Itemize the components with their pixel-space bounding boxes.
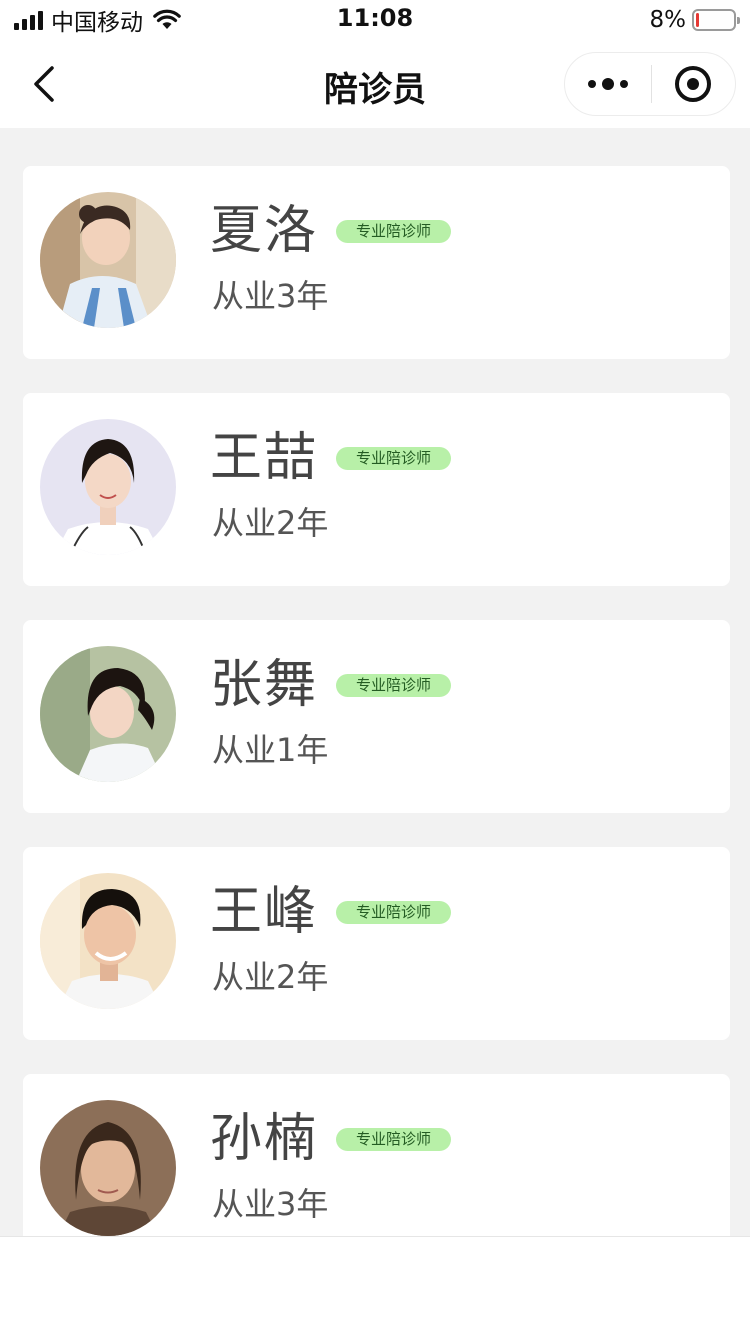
professional-badge: 专业陪诊师	[336, 220, 451, 243]
escort-card[interactable]: 孙楠 专业陪诊师 从业3年	[23, 1074, 730, 1236]
escort-experience: 从业2年	[212, 958, 329, 996]
escort-card[interactable]: 夏洛 专业陪诊师 从业3年	[23, 166, 730, 359]
escort-name: 孙楠	[210, 1109, 319, 1169]
escort-name: 王峰	[210, 882, 319, 942]
escort-card[interactable]: 王喆 专业陪诊师 从业2年	[23, 393, 730, 586]
escort-experience: 从业3年	[212, 1185, 329, 1223]
escort-experience: 从业3年	[212, 277, 329, 315]
status-right: 8%	[649, 6, 740, 34]
escort-list: 夏洛 专业陪诊师 从业3年 王喆 专业陪诊师 从业2年 张舞 专业陪诊师 从业1…	[0, 128, 750, 1236]
professional-badge: 专业陪诊师	[336, 447, 451, 470]
battery-percent: 8%	[649, 7, 687, 33]
professional-badge: 专业陪诊师	[336, 674, 451, 697]
escort-experience: 从业1年	[212, 731, 329, 769]
escort-card[interactable]: 张舞 专业陪诊师 从业1年	[23, 620, 730, 813]
mini-program-capsule	[564, 52, 736, 116]
escort-name: 王喆	[210, 428, 319, 488]
nav-bar: 陪诊员	[0, 40, 750, 128]
status-bar: 中国移动 11:08 8%	[0, 0, 750, 40]
battery-level-fill	[696, 13, 699, 27]
status-time: 11:08	[336, 4, 414, 32]
avatar	[40, 419, 176, 555]
escort-card[interactable]: 王峰 专业陪诊师 从业2年	[23, 847, 730, 1040]
avatar	[40, 1100, 176, 1236]
escort-name: 张舞	[210, 655, 319, 715]
professional-badge: 专业陪诊师	[336, 901, 451, 924]
close-target-icon[interactable]	[652, 52, 736, 116]
escort-name: 夏洛	[210, 201, 319, 261]
avatar	[40, 192, 176, 328]
avatar	[40, 646, 176, 782]
avatar	[40, 873, 176, 1009]
bottom-blank-area	[0, 1236, 750, 1334]
professional-badge: 专业陪诊师	[336, 1128, 451, 1151]
battery-icon	[692, 9, 740, 31]
escort-experience: 从业2年	[212, 504, 329, 542]
more-dots-icon[interactable]	[565, 52, 651, 116]
